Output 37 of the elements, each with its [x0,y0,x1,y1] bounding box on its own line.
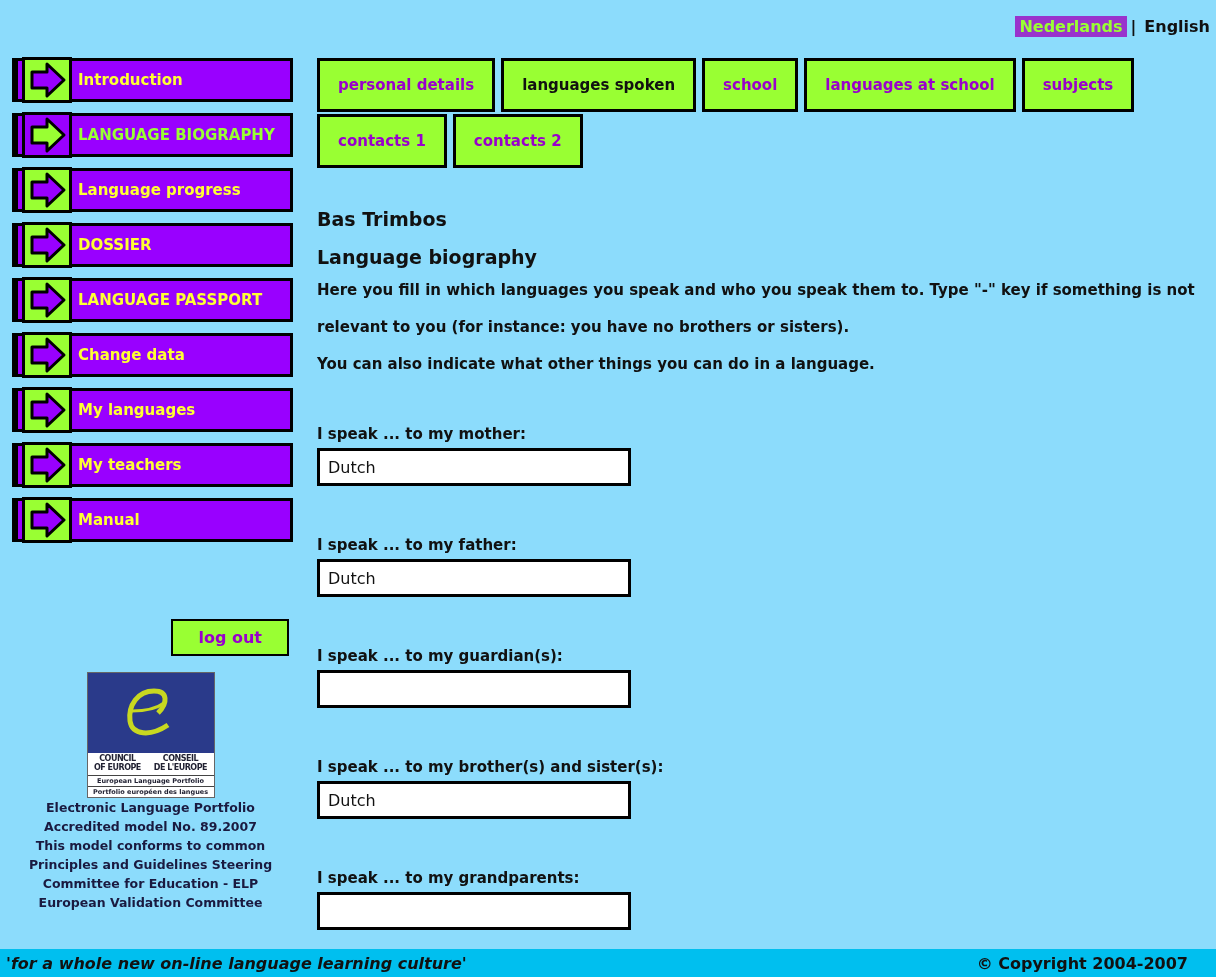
copyright: © Copyright 2004-2007 [976,953,1188,973]
field-label: I speak ... to my father: [317,536,518,554]
sidebar-item[interactable]: Language progress [12,168,293,212]
field-label: I speak ... to my grandparents: [317,869,581,887]
input-field[interactable]: Dutch [317,559,631,597]
field-label: I speak ... to my brother(s) and sister(s): [317,758,665,776]
separator: | [1130,16,1137,36]
input-field[interactable]: Dutch [317,781,631,819]
sidebar-item[interactable]: Change data [12,333,293,377]
tab[interactable]: subjects [1021,58,1135,112]
tab[interactable]: contacts 1 [317,114,447,168]
tab[interactable]: personal details [317,58,496,112]
tab[interactable]: school [702,58,799,112]
sidebar-item[interactable]: Introduction [12,58,293,102]
language-link[interactable]: English [1140,15,1214,37]
sidebar-item[interactable]: Manual [12,498,293,542]
slogan: 'for a whole new on-line language learning culture' [6,953,467,973]
page-heading: Language biography [317,246,538,268]
intro-paragraph: You can also indicate what other things you can do in a language. [317,354,876,375]
sidebar-item[interactable]: LANGUAGE BIOGRAPHY [12,113,293,157]
input-field[interactable] [317,892,631,930]
tab[interactable]: languages at school [804,58,1016,112]
tab[interactable]: languages spoken [501,58,697,112]
sidebar-item[interactable]: My teachers [12,443,293,487]
student-name: Bas Trimbos [317,208,448,230]
sidebar-item[interactable]: My languages [12,388,293,432]
input-field[interactable] [317,670,631,708]
sidebar-item[interactable]: LANGUAGE PASSPORT [12,278,293,322]
intro-paragraph: Here you fill in which languages you speak and who you speak them to. Type "-" key if something is not relevant to you (for instance: you have no brothers or sisters). [317,280,1196,338]
field-label: I speak ... to my mother: [317,425,527,443]
accreditation-text: Electronic Language Portfolio Accredited model No. 89.2007 This model conforms to common Principles and Guidelines Steering Committee for Education - ELP European Validation Committee [27,798,274,912]
tab[interactable]: contacts 2 [452,114,583,168]
input-field[interactable]: Dutch [317,448,631,486]
logout-button[interactable]: log out [171,619,289,656]
language-link[interactable]: Nederlands [1015,15,1127,37]
field-label: I speak ... to my guardian(s): [317,647,564,665]
sidebar-item[interactable]: DOSSIER [12,223,293,267]
